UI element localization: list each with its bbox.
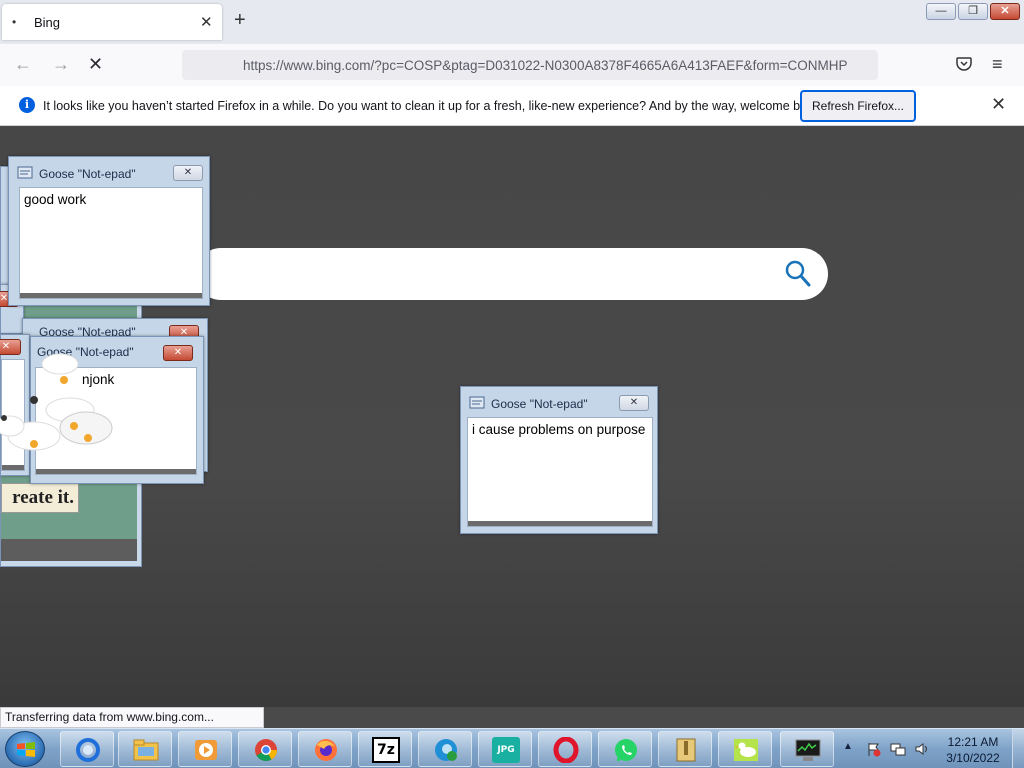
window-close-button[interactable]: ✕: [990, 3, 1020, 20]
goose-window-title: Goose "Not-epad": [39, 167, 136, 181]
opera-icon: [553, 737, 579, 763]
stop-loading-icon[interactable]: ✕: [88, 54, 103, 75]
pocket-icon[interactable]: [956, 56, 972, 72]
window-minimize-button[interactable]: —: [926, 3, 956, 20]
start-button[interactable]: [5, 731, 45, 767]
action-center-flag-icon[interactable]: [866, 741, 882, 757]
tab-strip: • Bing ✕ + — ❐ ✕: [0, 0, 1024, 44]
goose-text-area[interactable]: good work: [19, 187, 203, 299]
internet-explorer-icon: [76, 738, 100, 762]
refresh-firefox-button[interactable]: Refresh Firefox...: [800, 90, 916, 122]
taskbar-media-button[interactable]: [178, 731, 232, 767]
goose-window-title: Goose "Not-epad": [491, 397, 588, 411]
tray-expand-icon[interactable]: ▲: [843, 741, 853, 752]
goose-notepad-window[interactable]: Goose "Not-epad" ✕ good work: [8, 156, 210, 306]
url-text: https://www.bing.com/?pc=COSP&ptag=D0310…: [243, 58, 848, 73]
taskbar-firefox-button[interactable]: [298, 731, 352, 767]
meme-bottom-strip: [1, 539, 137, 561]
goose-close-button[interactable]: ✕: [173, 165, 203, 181]
goose-app-icon: [734, 739, 758, 761]
goose-sticker-icon: [0, 353, 113, 451]
info-icon: i: [19, 97, 35, 113]
notepad-app-icon: [17, 166, 33, 179]
clock-time[interactable]: 12:21 AM: [940, 735, 1006, 749]
edge-icon: [435, 739, 457, 761]
taskbar-monitor-button[interactable]: [780, 731, 834, 767]
7zip-icon: 7z: [372, 737, 400, 763]
taskbar-jpg-button[interactable]: JPG: [478, 731, 532, 767]
windows-logo-icon: [17, 742, 35, 757]
whatsapp-icon: [615, 739, 637, 762]
tab-title: Bing: [34, 15, 61, 30]
goose-window-status: [36, 469, 196, 474]
archive-icon: [676, 738, 696, 762]
tab-loading-icon: •: [12, 15, 17, 29]
goose-close-button[interactable]: ✕: [619, 395, 649, 411]
goose-window-status: [2, 465, 24, 470]
goose-note-text: good work: [24, 192, 87, 207]
search-icon[interactable]: [785, 260, 811, 288]
goose-window-status: [20, 293, 202, 298]
taskbar-explorer-button[interactable]: [118, 731, 172, 767]
back-arrow-icon[interactable]: ←: [14, 54, 32, 75]
network-icon[interactable]: [890, 741, 906, 757]
status-bar: Transferring data from www.bing.com...: [0, 707, 264, 728]
notification-bar: i It looks like you haven’t started Fire…: [0, 86, 1024, 126]
goose-note-text: i cause problems on purpose: [472, 422, 646, 437]
show-desktop-button[interactable]: [1012, 729, 1024, 768]
volume-icon[interactable]: [914, 741, 930, 757]
clock-date[interactable]: 3/10/2022: [940, 751, 1006, 765]
notification-message: It looks like you haven’t started Firefo…: [43, 99, 824, 113]
folder-icon: [133, 739, 159, 761]
forward-arrow-icon[interactable]: →: [52, 54, 70, 75]
media-player-icon: [195, 740, 217, 760]
taskbar-7zip-button[interactable]: 7z: [358, 731, 412, 767]
bing-search-input[interactable]: [195, 248, 828, 300]
address-bar[interactable]: https://www.bing.com/?pc=COSP&ptag=D0310…: [182, 50, 878, 80]
taskbar-whatsapp-button[interactable]: [598, 731, 652, 767]
task-manager-icon: [795, 739, 821, 761]
jpg-viewer-icon: JPG: [492, 737, 520, 763]
taskbar-archive-button[interactable]: [658, 731, 712, 767]
taskbar-edge-button[interactable]: [418, 731, 472, 767]
new-tab-button[interactable]: +: [234, 9, 246, 32]
taskbar-chrome-button[interactable]: [238, 731, 292, 767]
meme-caption: reate it.: [1, 483, 79, 513]
taskbar: 7z JPG ▲ 12:21 AM 3/10/2022: [0, 728, 1024, 768]
taskbar-goose-button[interactable]: [718, 731, 772, 767]
notification-close-icon[interactable]: ✕: [991, 94, 1006, 115]
goose-notepad-window[interactable]: Goose "Not-epad" ✕ i cause problems on p…: [460, 386, 658, 534]
taskbar-ie-button[interactable]: [60, 731, 114, 767]
goose-close-button[interactable]: ✕: [163, 345, 193, 361]
tab-bing[interactable]: • Bing ✕: [2, 4, 222, 40]
taskbar-opera-button[interactable]: [538, 731, 592, 767]
goose-text-area[interactable]: i cause problems on purpose: [467, 417, 653, 527]
navigation-toolbar: ← → ✕ https://www.bing.com/?pc=COSP&ptag…: [0, 44, 1024, 86]
goose-window-status: [468, 521, 652, 526]
tab-close-icon[interactable]: ✕: [200, 13, 213, 31]
hamburger-menu-icon[interactable]: ≡: [992, 54, 1003, 75]
firefox-icon: [315, 739, 337, 761]
window-restore-button[interactable]: ❐: [958, 3, 988, 20]
chrome-icon: [255, 739, 277, 761]
notepad-app-icon: [469, 396, 485, 409]
